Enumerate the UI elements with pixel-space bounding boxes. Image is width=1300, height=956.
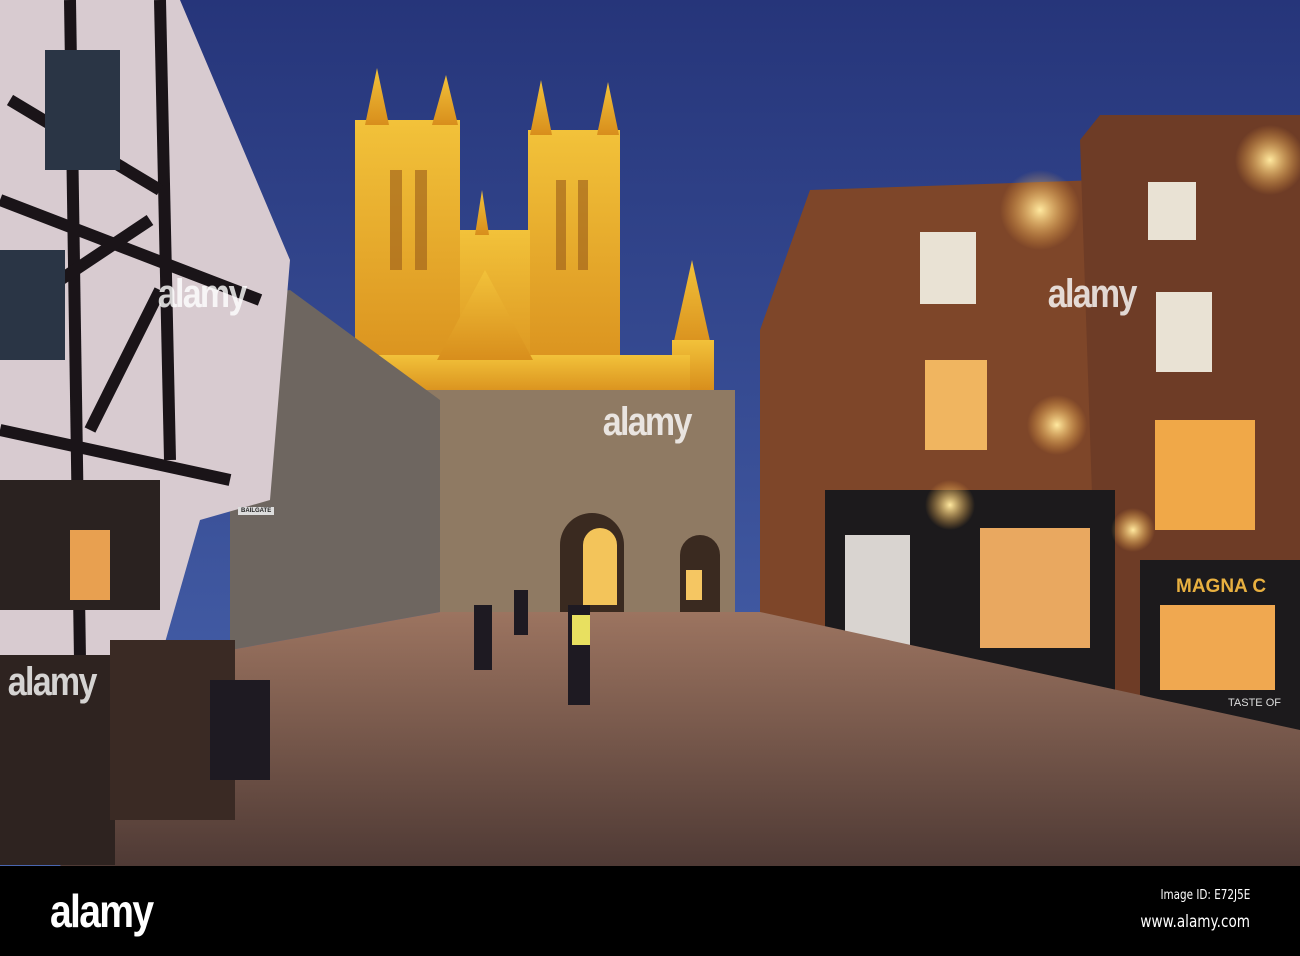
footer-bar: alamy Image ID: E72J5E www.alamy.com — [0, 866, 1300, 956]
street-sign: BAILGATE — [238, 507, 275, 515]
photo-scene: MAGNA C TASTE OF BAILGATE alamy alamy al… — [0, 0, 1300, 866]
watermark: alamy — [7, 660, 98, 704]
watermark: alamy — [602, 400, 693, 444]
website-link[interactable]: www.alamy.com — [1140, 912, 1250, 932]
watermark: alamy — [157, 272, 248, 316]
watermark: alamy — [1047, 272, 1138, 316]
pub-sign: MAGNA C — [1176, 576, 1267, 597]
pub-subsign: TASTE OF — [1228, 697, 1281, 709]
alamy-logo: alamy — [50, 885, 154, 937]
image-id: Image ID: E72J5E — [1160, 888, 1250, 903]
